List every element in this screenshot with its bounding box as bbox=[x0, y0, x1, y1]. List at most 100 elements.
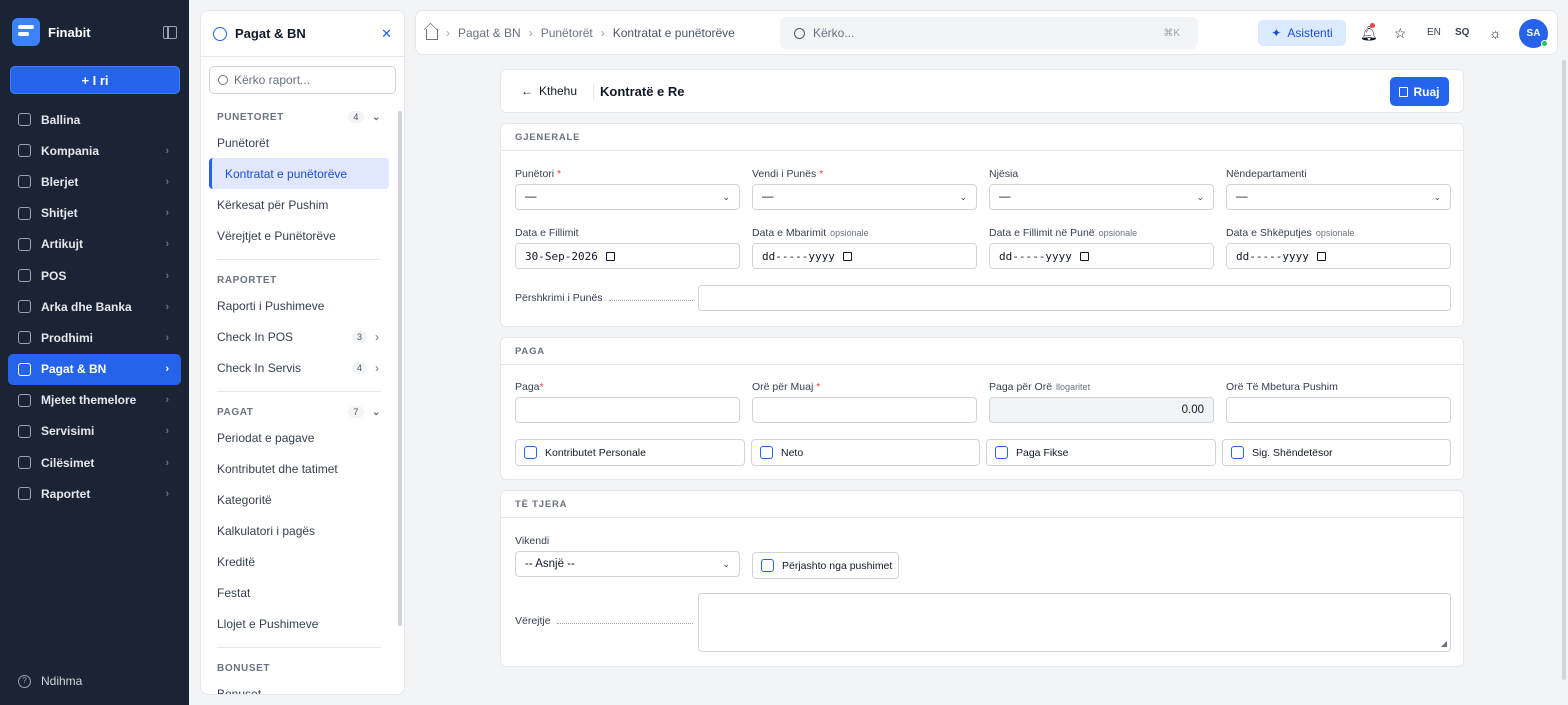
unpin-icon[interactable]: ✕ bbox=[381, 26, 392, 42]
lang-en-button[interactable]: EN bbox=[1427, 27, 1441, 38]
star-icon[interactable]: ☆ bbox=[1394, 25, 1407, 42]
data-fillimit-pune-input[interactable]: dd-----yyyy bbox=[989, 243, 1214, 269]
top-bar: › Pagat & BN › Punëtorët › Kontratat e p… bbox=[415, 10, 1558, 55]
chevron-right-icon: › bbox=[165, 207, 169, 220]
bell-icon[interactable]: 🔔︎ bbox=[1360, 25, 1378, 42]
sidebar-item-ballina[interactable]: Ballina bbox=[8, 104, 181, 135]
vendi-select[interactable]: — ⌄ bbox=[752, 184, 977, 210]
checkbox-perjashto-pushimet[interactable]: Përjashto nga pushimet bbox=[752, 552, 899, 579]
nav-item-check-in-pos[interactable]: Check In POS 3 › bbox=[201, 321, 397, 352]
breadcrumb-current: Kontratat e punëtorëve bbox=[612, 26, 735, 40]
sidebar-item-arka-dhe-banka[interactable]: Arka dhe Banka › bbox=[8, 291, 181, 322]
lang-sq-button[interactable]: SQ bbox=[1455, 27, 1469, 38]
divider bbox=[217, 259, 381, 260]
page-scrollbar[interactable] bbox=[1562, 60, 1566, 680]
nendepartamenti-select[interactable]: — ⌄ bbox=[1226, 184, 1451, 210]
nav-item-kredite[interactable]: Kreditë bbox=[201, 546, 397, 577]
checkbox-neto[interactable]: Neto bbox=[751, 439, 980, 466]
sidebar-item-shitjet[interactable]: Shitjet › bbox=[8, 198, 181, 229]
back-button[interactable]: ← Kthehu bbox=[521, 84, 577, 98]
nav-item-kerkesat-pushim[interactable]: Kërkesat për Pushim bbox=[201, 189, 397, 220]
calendar-icon[interactable] bbox=[842, 251, 852, 261]
nav-item-kategorite[interactable]: Kategoritë bbox=[201, 484, 397, 515]
search-icon bbox=[794, 27, 805, 39]
checkbox-box[interactable] bbox=[995, 446, 1008, 459]
data-fillimit-input[interactable]: 30-Sep-2026 bbox=[515, 243, 740, 269]
breadcrumb-item[interactable]: Pagat & BN bbox=[458, 26, 521, 40]
sun-icon[interactable]: ☼ bbox=[1489, 25, 1502, 41]
calendar-icon[interactable] bbox=[1316, 251, 1326, 261]
cart-icon bbox=[18, 206, 31, 220]
nav-item-raporti-pushimeve[interactable]: Raporti i Pushimeve bbox=[201, 290, 397, 321]
sidebar-item-servisimi[interactable]: Servisimi › bbox=[8, 416, 181, 447]
chevron-right-icon: › bbox=[375, 360, 379, 375]
nav-item-kalkulatori[interactable]: Kalkulatori i pagës bbox=[201, 515, 397, 546]
nav-item-kontratat[interactable]: Kontratat e punëtorëve bbox=[209, 158, 389, 189]
sidebar-item-raportet[interactable]: Raportet › bbox=[8, 478, 181, 509]
search-icon bbox=[218, 75, 228, 85]
checkbox-kontributet-personale[interactable]: Kontributet Personale bbox=[515, 439, 745, 466]
section-title-pagat[interactable]: PAGAT 7 ⌄ bbox=[201, 400, 397, 422]
punetori-select[interactable]: — ⌄ bbox=[515, 184, 740, 210]
pershkrimi-input[interactable] bbox=[698, 285, 1451, 311]
nav-item-periodat[interactable]: Periodat e pagave bbox=[201, 422, 397, 453]
checkbox-box[interactable] bbox=[524, 446, 537, 459]
sidebar-item-artikujt[interactable]: Artikujt › bbox=[8, 229, 181, 260]
checkbox-paga-fikse[interactable]: Paga Fikse bbox=[986, 439, 1216, 466]
home-icon[interactable] bbox=[426, 29, 438, 40]
chart-icon bbox=[18, 487, 31, 501]
nav-item-kontributet[interactable]: Kontributet dhe tatimet bbox=[201, 453, 397, 484]
store-icon bbox=[18, 269, 31, 283]
sidebar-item-mjetet-themelore[interactable]: Mjetet themelore › bbox=[8, 385, 181, 416]
nav-item-festat[interactable]: Festat bbox=[201, 577, 397, 608]
calendar-icon[interactable] bbox=[605, 251, 615, 261]
checkbox-box[interactable] bbox=[761, 559, 774, 572]
chevron-down-icon: ⌄ bbox=[959, 191, 967, 202]
collapse-sidebar-icon[interactable] bbox=[163, 25, 177, 39]
njesia-select[interactable]: — ⌄ bbox=[989, 184, 1214, 210]
global-search-input[interactable]: Kërko... ⌘K bbox=[780, 17, 1198, 49]
sidebar-item-blerjet[interactable]: Blerjet › bbox=[8, 166, 181, 197]
sidebar-item-prodhimi[interactable]: Prodhimi › bbox=[8, 322, 181, 353]
paga-input[interactable] bbox=[515, 397, 740, 423]
count-badge: 4 bbox=[351, 361, 367, 374]
data-shkeputjes-input[interactable]: dd-----yyyy bbox=[1226, 243, 1451, 269]
chevron-right-icon: › bbox=[165, 144, 169, 157]
nav-item-check-in-servis[interactable]: Check In Servis 4 › bbox=[201, 352, 397, 383]
chevron-right-icon: › bbox=[165, 269, 169, 282]
breadcrumb-item[interactable]: Punëtorët bbox=[541, 26, 593, 40]
sidebar-item-kompania[interactable]: Kompania › bbox=[8, 135, 181, 166]
ore-muaj-input[interactable] bbox=[752, 397, 977, 423]
scrollbar[interactable] bbox=[398, 111, 402, 626]
field-vendi: Vendi i Punës * — ⌄ bbox=[752, 168, 977, 210]
sidebar-item-pos[interactable]: POS › bbox=[8, 260, 181, 291]
resize-handle-icon[interactable]: ◢ bbox=[1441, 639, 1447, 648]
breadcrumb: › Pagat & BN › Punëtorët › Kontratat e p… bbox=[426, 26, 735, 40]
help-link[interactable]: ? Ndihma bbox=[18, 674, 82, 688]
calendar-icon[interactable] bbox=[1079, 251, 1089, 261]
sidebar-item-cilesimet[interactable]: Cilësimet › bbox=[8, 447, 181, 478]
checkbox-box[interactable] bbox=[1231, 446, 1244, 459]
verejtje-textarea[interactable]: ◢ bbox=[698, 593, 1451, 652]
online-status-dot bbox=[1541, 40, 1548, 47]
save-button[interactable]: Ruaj bbox=[1390, 77, 1449, 106]
new-button[interactable]: + I ri bbox=[10, 66, 180, 94]
nav-item-verejtjet[interactable]: Vërejtjet e Punëtorëve bbox=[201, 220, 397, 251]
checkbox-sig-shendetesor[interactable]: Sig. Shëndetësor bbox=[1222, 439, 1451, 466]
assistant-button[interactable]: ✦ Asistenti bbox=[1258, 20, 1346, 46]
ore-pushim-input[interactable] bbox=[1226, 397, 1451, 423]
nav-item-bonuset[interactable]: Bonuset bbox=[201, 678, 397, 695]
sidebar-item-pagat-bn[interactable]: Pagat & BN › bbox=[8, 353, 181, 385]
checkbox-box[interactable] bbox=[760, 446, 773, 459]
finabit-logo-icon bbox=[12, 18, 40, 46]
chevron-down-icon: ⌄ bbox=[372, 112, 381, 123]
chevron-right-icon: › bbox=[165, 175, 169, 188]
field-njesia: Njësia — ⌄ bbox=[989, 168, 1214, 210]
nav-item-punetoret[interactable]: Punëtorët bbox=[201, 127, 397, 158]
report-search-input[interactable]: Kërko raport... bbox=[209, 66, 396, 94]
vikendi-select[interactable]: -- Asnjë -- ⌄ bbox=[515, 551, 740, 577]
data-mbarimit-input[interactable]: dd-----yyyy bbox=[752, 243, 977, 269]
section-title-punetoret[interactable]: PUNETORET 4 ⌄ bbox=[201, 105, 397, 127]
nav-item-llojet-pushimeve[interactable]: Llojet e Pushimeve bbox=[201, 608, 397, 639]
section-te-tjera: TË TJERA Vikendi -- Asnjë -- ⌄ Përjashto … bbox=[500, 490, 1464, 667]
